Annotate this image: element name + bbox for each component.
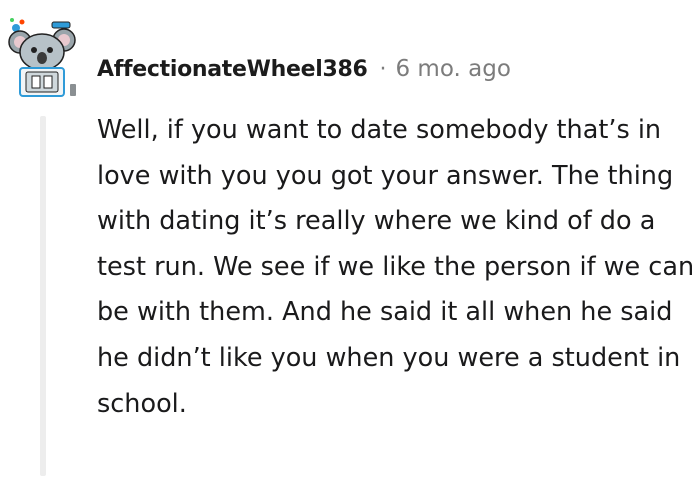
user-avatar[interactable] (6, 14, 78, 98)
comment-body: Well, if you want to date somebody that’… (97, 115, 695, 419)
comment-meta: AffectionateWheel386 · 6 mo. ago (97, 52, 511, 86)
comment: AffectionateWheel386 · 6 mo. ago Well, i… (0, 0, 700, 477)
username-link[interactable]: AffectionateWheel386 (97, 57, 368, 82)
comment-timestamp[interactable]: 6 mo. ago (395, 56, 510, 82)
meta-separator: · (379, 56, 387, 82)
snoo-koala-avatar-icon (8, 18, 76, 97)
thread-line[interactable] (40, 116, 46, 476)
